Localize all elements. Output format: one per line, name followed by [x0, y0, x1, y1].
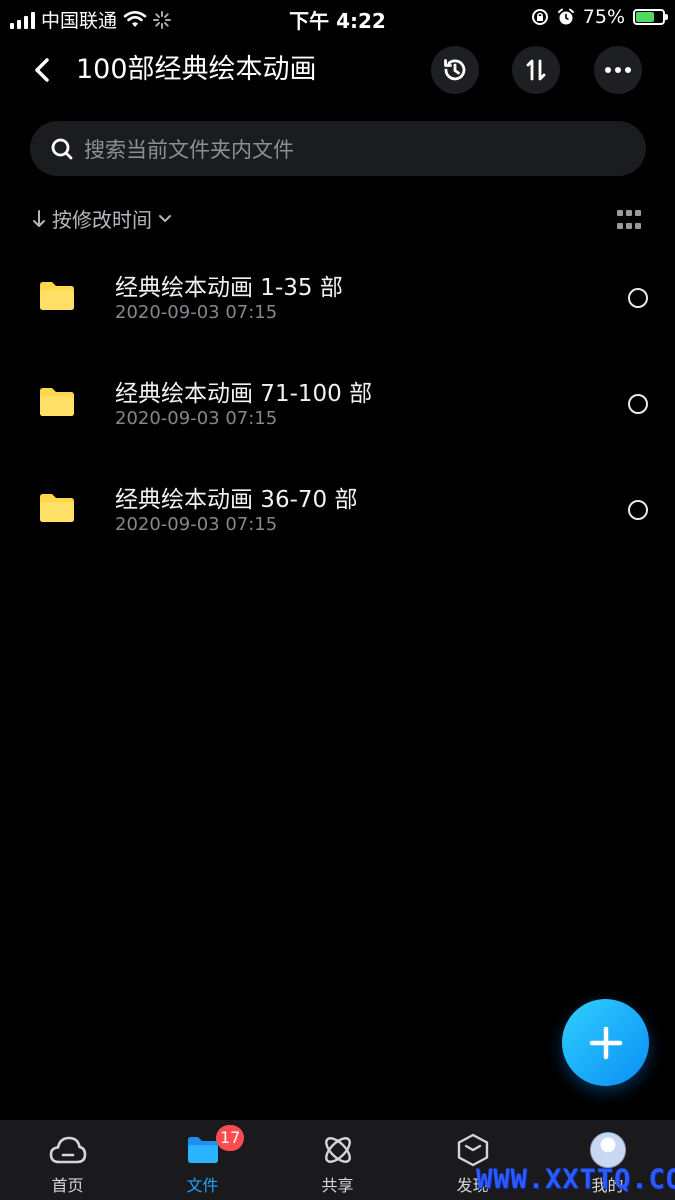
battery-level-fill: [636, 12, 654, 22]
box-icon: [453, 1132, 493, 1168]
battery-icon: [633, 9, 668, 25]
more-button[interactable]: [594, 46, 642, 94]
nav-label: 首页: [51, 1176, 84, 1195]
search-placeholder: 搜索当前文件夹内文件: [84, 137, 294, 162]
list-item[interactable]: 经典绘本动画 1-35 部 2020-09-03 07:15: [0, 244, 675, 350]
folder-icon: [40, 494, 74, 522]
file-date: 2020-09-03 07:15: [115, 408, 278, 429]
back-button[interactable]: [24, 52, 60, 88]
atom-icon: [318, 1132, 358, 1168]
search-input[interactable]: 搜索当前文件夹内文件: [30, 121, 646, 176]
grid-view-icon[interactable]: [617, 210, 643, 232]
status-bar: 中国联通 下午 4:22 75%: [0, 0, 675, 34]
nav-label: 共享: [321, 1176, 354, 1195]
add-button[interactable]: [562, 999, 649, 1086]
file-date: 2020-09-03 07:15: [115, 302, 278, 323]
file-name: 经典绘本动画 36-70 部: [115, 487, 358, 513]
file-date: 2020-09-03 07:15: [115, 514, 278, 535]
watermark: WWW.XXTTQ.COM: [476, 1164, 675, 1195]
sort-icon: [526, 59, 546, 81]
list-item[interactable]: 经典绘本动画 36-70 部 2020-09-03 07:15: [0, 456, 675, 562]
select-checkbox[interactable]: [628, 500, 648, 520]
header: 100部经典绘本动画: [0, 44, 675, 96]
nav-item-files[interactable]: 文件: [135, 1120, 270, 1200]
chevron-down-icon: [159, 214, 171, 222]
nav-item-home[interactable]: 首页: [0, 1120, 135, 1200]
page-title: 100部经典绘本动画: [76, 54, 317, 85]
file-name: 经典绘本动画 1-35 部: [115, 275, 343, 301]
more-icon: [605, 67, 631, 73]
arrow-down-icon: [33, 209, 45, 227]
file-name: 经典绘本动画 71-100 部: [115, 381, 373, 407]
folder-icon: [40, 282, 74, 310]
sort-button[interactable]: [512, 46, 560, 94]
select-checkbox[interactable]: [628, 288, 648, 308]
status-right: 75%: [531, 6, 668, 28]
nav-label: 文件: [186, 1176, 219, 1195]
history-icon: [444, 59, 466, 81]
folder-icon: [40, 388, 74, 416]
rotation-lock-icon: [531, 9, 548, 25]
file-list: 经典绘本动画 1-35 部 2020-09-03 07:15 经典绘本动画 71…: [0, 244, 675, 562]
share-badge: 17: [216, 1125, 245, 1151]
list-item[interactable]: 经典绘本动画 71-100 部 2020-09-03 07:15: [0, 350, 675, 456]
history-button[interactable]: [431, 46, 479, 94]
sort-selector[interactable]: 按修改时间: [32, 204, 172, 233]
sort-label: 按修改时间: [52, 208, 152, 232]
nav-item-share[interactable]: 共享: [270, 1120, 405, 1200]
avatar: [588, 1132, 628, 1168]
back-icon: [35, 58, 49, 82]
search-icon: [50, 137, 74, 161]
plus-icon: [589, 1026, 622, 1059]
alarm-icon: [557, 8, 574, 25]
select-checkbox[interactable]: [628, 394, 648, 414]
battery-percent: 75%: [582, 6, 625, 28]
cloud-icon: [48, 1132, 88, 1168]
